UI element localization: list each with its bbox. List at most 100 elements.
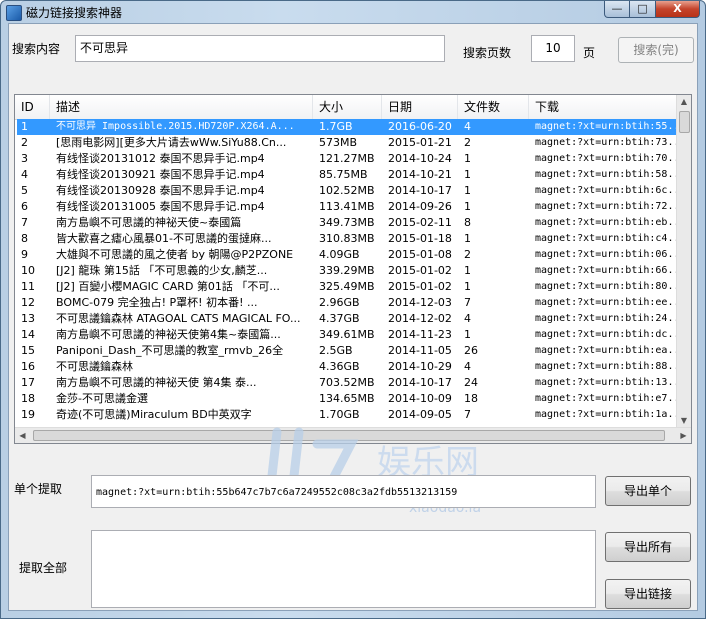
description-cell: 奇迹(不可思議)Miraculum BD中英双字 xyxy=(56,408,252,421)
file-count-cell: 4 xyxy=(464,312,471,325)
table-row[interactable]: 9 大雄與不可思議的風之使者 by 朝陽@P2PZONE 4.09GB 2015-01… xyxy=(17,247,679,263)
app-window: 磁力链接搜索神器 — □ X 搜索内容 不可思异 搜索页数 10 页 搜索(完)… xyxy=(0,0,706,619)
description-cell: 南方島嶼不可思議的神祕天使~泰國篇 xyxy=(56,216,242,229)
table-row[interactable]: 10 [J2] 龍珠 第15話 「不可思義的少女,麟芝... 339.29MB 201… xyxy=(17,263,679,279)
date-cell: 2015-01-21 xyxy=(388,136,452,149)
column-header-date[interactable]: 日期 xyxy=(382,95,458,119)
vertical-scroll-thumb[interactable] xyxy=(679,111,690,133)
download-cell: magnet:?xt=urn:btih:58... xyxy=(535,169,679,180)
table-row[interactable]: 1 不可思异 Impossible.2015.HD720P.X264.A... 1.… xyxy=(17,119,679,135)
export-all-button[interactable]: 导出所有 xyxy=(605,532,691,562)
size-cell: 339.29MB xyxy=(319,264,375,277)
table-row[interactable]: 11 [J2] 百變小櫻MAGIC CARD 第01話 「不可... 325.49M… xyxy=(17,279,679,295)
table-row[interactable]: 12 BOMC-079 完全独占! P罩杯! 初本番! ... 2.96GB 2014… xyxy=(17,295,679,311)
id-cell: 2 xyxy=(21,136,28,149)
search-button[interactable]: 搜索(完) xyxy=(618,37,694,63)
id-cell: 11 xyxy=(21,280,35,293)
maximize-button[interactable]: □ xyxy=(630,1,656,18)
id-cell: 1 xyxy=(21,120,28,133)
file-count-cell: 18 xyxy=(464,392,478,405)
date-cell: 2014-11-23 xyxy=(388,328,452,341)
single-magnet-field[interactable]: magnet:?xt=urn:btih:55b647c7b7c6a7249552… xyxy=(91,475,596,508)
minimize-button[interactable]: — xyxy=(604,1,630,18)
file-count-cell: 1 xyxy=(464,184,471,197)
description-cell: 皆大歡喜之瘧心風暴01-不可思議的蛋撻麻... xyxy=(56,232,272,245)
scroll-down-arrow-icon[interactable]: ▼ xyxy=(677,414,691,428)
size-cell: 2.5GB xyxy=(319,344,353,357)
table-row[interactable]: 14 南方島嶼不可思議的神祕天使第4集~泰國篇... 349.61MB 2014-11… xyxy=(17,327,679,343)
description-cell: 不可思异 Impossible.2015.HD720P.X264.A... xyxy=(56,121,295,132)
table-row[interactable]: 17 南方島嶼不可思議的神祕天使 第4集 泰... 703.52MB 2014-10-… xyxy=(17,375,679,391)
results-table[interactable]: ID 描述 大小 日期 文件数 下载 1 不可思异 Impossible.2015… xyxy=(14,94,692,444)
all-magnets-textarea[interactable] xyxy=(91,530,596,608)
download-cell: magnet:?xt=urn:btih:72... xyxy=(535,201,679,212)
file-count-cell: 1 xyxy=(464,264,471,277)
date-cell: 2015-01-18 xyxy=(388,232,452,245)
id-cell: 7 xyxy=(21,216,28,229)
id-cell: 10 xyxy=(21,264,35,277)
size-cell: 1.7GB xyxy=(319,120,353,133)
date-cell: 2014-10-29 xyxy=(388,360,452,373)
size-cell: 1.70GB xyxy=(319,408,360,421)
table-header: ID 描述 大小 日期 文件数 下载 xyxy=(15,95,679,120)
export-single-button[interactable]: 导出单个 xyxy=(605,476,691,506)
description-cell: 有线怪谈20131005 泰国不思异手记.mp4 xyxy=(56,200,265,213)
pages-input[interactable]: 10 xyxy=(531,35,575,62)
pages-label: 搜索页数 xyxy=(463,46,512,60)
scroll-up-arrow-icon[interactable]: ▲ xyxy=(677,95,691,109)
column-header-description[interactable]: 描述 xyxy=(50,95,313,119)
size-cell: 349.61MB xyxy=(319,328,375,341)
table-row[interactable]: 15 Paniponi_Dash_不可思議的教室_rmvb_26全 2.5GB 201… xyxy=(17,343,679,359)
scroll-left-arrow-icon[interactable]: ◀ xyxy=(15,428,30,443)
table-row[interactable]: 19 奇迹(不可思議)Miraculum BD中英双字 1.70GB 2014-09-… xyxy=(17,407,679,423)
table-row[interactable]: 16 不可思議鑰森林 4.36GB 2014-10-29 4 magnet:?xt=urn… xyxy=(17,359,679,375)
vertical-scrollbar[interactable]: ▲ ▼ xyxy=(676,95,691,428)
table-row[interactable]: 7 南方島嶼不可思議的神祕天使~泰國篇 349.73MB 2015-02-11 8 mag… xyxy=(17,215,679,231)
search-input[interactable]: 不可思异 xyxy=(75,35,445,62)
horizontal-scroll-thumb[interactable] xyxy=(33,430,665,441)
column-header-file-count[interactable]: 文件数 xyxy=(458,95,529,119)
date-cell: 2014-09-05 xyxy=(388,408,452,421)
table-row[interactable]: 8 皆大歡喜之瘧心風暴01-不可思議的蛋撻麻... 310.83MB 2015-01-… xyxy=(17,231,679,247)
file-count-cell: 8 xyxy=(464,216,471,229)
table-row[interactable]: 18 金莎-不可思議金選 134.65MB 2014-10-09 18 magnet:?x… xyxy=(17,391,679,407)
id-cell: 6 xyxy=(21,200,28,213)
table-row[interactable]: 5 有线怪谈20130928 泰国不思异手记.mp4 102.52MB 2014-10… xyxy=(17,183,679,199)
table-row[interactable]: 3 有线怪谈20131012 泰国不思异手记.mp4 121.27MB 2014-10… xyxy=(17,151,679,167)
file-count-cell: 1 xyxy=(464,168,471,181)
file-count-cell: 4 xyxy=(464,360,471,373)
download-cell: magnet:?xt=urn:btih:6c... xyxy=(535,185,679,196)
column-header-download[interactable]: 下载 xyxy=(529,95,679,119)
description-cell: 大雄與不可思議的風之使者 by 朝陽@P2PZONE xyxy=(56,248,294,261)
id-cell: 15 xyxy=(21,344,35,357)
export-links-button[interactable]: 导出链接 xyxy=(605,579,691,609)
date-cell: 2014-12-03 xyxy=(388,296,452,309)
date-cell: 2014-10-24 xyxy=(388,152,452,165)
single-extract-label: 单个提取 xyxy=(14,482,63,496)
download-cell: magnet:?xt=urn:btih:eb... xyxy=(535,217,679,228)
file-count-cell: 4 xyxy=(464,120,471,133)
table-row[interactable]: 2 [思雨电影网][更多大片请去wWw.SiYu88.Cn... 573MB 2015… xyxy=(17,135,679,151)
table-row[interactable]: 4 有线怪谈20130921 泰国不思异手记.mp4 85.75MB 2014-10-… xyxy=(17,167,679,183)
date-cell: 2014-10-09 xyxy=(388,392,452,405)
description-cell: BOMC-079 完全独占! P罩杯! 初本番! ... xyxy=(56,296,258,309)
id-cell: 9 xyxy=(21,248,28,261)
download-cell: magnet:?xt=urn:btih:70... xyxy=(535,153,679,164)
table-row[interactable]: 6 有线怪谈20131005 泰国不思异手记.mp4 113.41MB 2014-09… xyxy=(17,199,679,215)
file-count-cell: 1 xyxy=(464,232,471,245)
title-bar[interactable]: 磁力链接搜索神器 — □ X xyxy=(1,1,705,23)
description-cell: 有线怪谈20130928 泰国不思异手记.mp4 xyxy=(56,184,265,197)
description-cell: 不可思議鑰森林 xyxy=(56,360,133,373)
file-count-cell: 1 xyxy=(464,200,471,213)
file-count-cell: 24 xyxy=(464,376,478,389)
column-header-size[interactable]: 大小 xyxy=(313,95,382,119)
column-header-id[interactable]: ID xyxy=(15,95,50,119)
file-count-cell: 2 xyxy=(464,136,471,149)
date-cell: 2015-01-02 xyxy=(388,280,452,293)
date-cell: 2014-09-26 xyxy=(388,200,452,213)
horizontal-scrollbar[interactable]: ◀ ▶ xyxy=(15,427,691,443)
size-cell: 703.52MB xyxy=(319,376,375,389)
scroll-right-arrow-icon[interactable]: ▶ xyxy=(676,428,691,443)
close-button[interactable]: X xyxy=(656,1,700,18)
table-row[interactable]: 13 不可思議鑰森林 ATAGOAL CATS MAGICAL FO... 4.37… xyxy=(17,311,679,327)
